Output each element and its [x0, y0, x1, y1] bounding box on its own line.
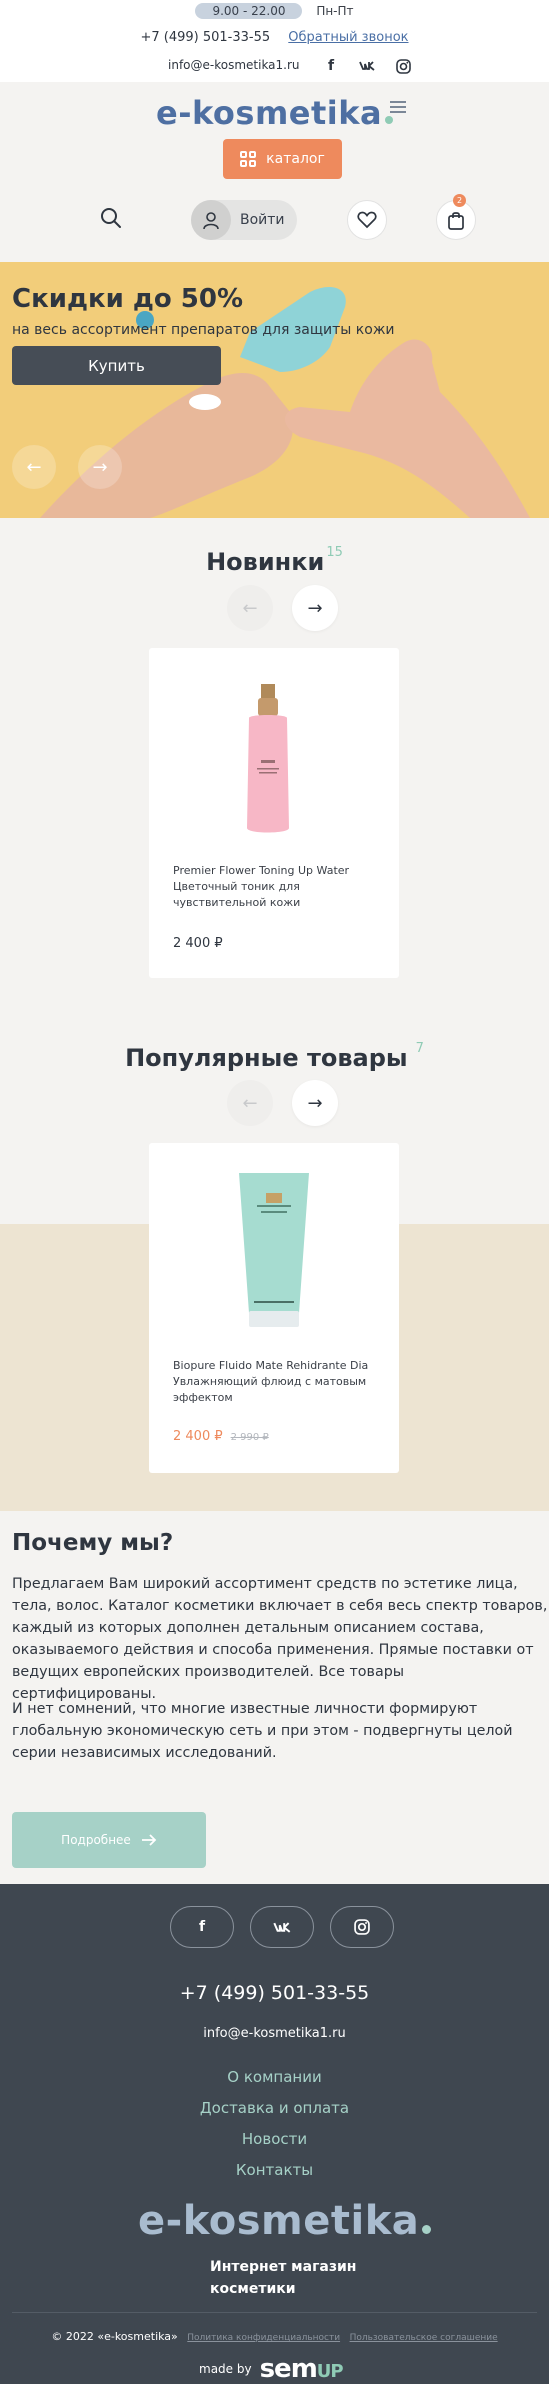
- why-us-title: Почему мы?: [12, 1530, 174, 1556]
- popular-prev-button[interactable]: ←: [227, 1080, 273, 1126]
- new-items-prev-button[interactable]: ←: [227, 585, 273, 631]
- working-hours-row: 9.00 - 22.00 Пн-Пт: [0, 3, 549, 19]
- footer-tagline-line-1: Интернет магазин: [210, 2259, 357, 2275]
- contact-row: +7 (499) 501-33-55 Обратный звонок: [0, 30, 549, 45]
- product-card[interactable]: Premier Flower Toning Up Water Цветочный…: [149, 648, 399, 978]
- arrow-right-icon: [141, 1834, 157, 1846]
- footer-link-news[interactable]: Новости: [0, 2130, 549, 2148]
- footer-vk-icon[interactable]: [250, 1906, 314, 1948]
- instagram-icon[interactable]: [394, 57, 412, 75]
- new-items-count: 15: [326, 545, 343, 560]
- hero-prev-button[interactable]: ←: [12, 445, 56, 489]
- more-button[interactable]: Подробнее: [12, 1812, 206, 1868]
- footer-tagline-line-2: косметики: [210, 2281, 296, 2297]
- footer-tagline: Интернет магазин косметики: [210, 2256, 356, 2300]
- why-us-paragraph-2: И нет сомнений, что многие известные лич…: [12, 1701, 513, 1761]
- developer-logo-up: UP: [316, 2361, 344, 2382]
- user-agreement-link[interactable]: Пользовательское соглашение: [350, 2333, 498, 2343]
- made-by: made by semUP: [199, 2354, 344, 2384]
- footer-facebook-icon[interactable]: f: [170, 1906, 234, 1948]
- product-image: [247, 684, 289, 833]
- popular-title-text: Популярные товары: [125, 1044, 408, 1072]
- footer-divider: [12, 2312, 537, 2313]
- heart-icon: [357, 211, 377, 229]
- hero-next-button[interactable]: →: [78, 445, 122, 489]
- footer-logo-dot: [422, 2225, 432, 2234]
- burger-menu-icon[interactable]: [390, 101, 406, 113]
- product-old-price: 2 990 ₽: [230, 1432, 269, 1443]
- favorites-button[interactable]: [347, 200, 387, 240]
- footer-link-delivery[interactable]: Доставка и оплата: [0, 2099, 549, 2117]
- facebook-icon[interactable]: f: [322, 57, 340, 75]
- footer-legal-row: © 2022 «e-kosmetika» Политика конфиденци…: [0, 2330, 549, 2343]
- working-days: Пн-Пт: [316, 4, 354, 18]
- hero-title: Скидки до 50%: [12, 284, 244, 314]
- footer-logo[interactable]: e-kosmetika: [138, 2198, 432, 2244]
- developer-logo[interactable]: semUP: [259, 2354, 344, 2384]
- hero-buy-button[interactable]: Купить: [12, 346, 221, 385]
- why-us-paragraph-1: Предлагаем Вам широкий ассортимент средс…: [12, 1576, 548, 1702]
- logo-text: e-kosmetika: [156, 94, 383, 132]
- product-sale-price: 2 400 ₽: [173, 1429, 223, 1444]
- user-icon: [191, 200, 231, 240]
- footer-instagram-icon[interactable]: [330, 1906, 394, 1948]
- login-button[interactable]: Войти: [191, 200, 297, 240]
- new-items-next-button[interactable]: →: [292, 585, 338, 631]
- product-card[interactable]: Biopure Fluido Mate Rehidrante Dia Увлаж…: [149, 1143, 399, 1473]
- hero-banner: Скидки до 50% на весь ассортимент препар…: [0, 262, 549, 518]
- footer-email[interactable]: info@e-kosmetika1.ru: [0, 2026, 549, 2041]
- site-header: e-kosmetika каталог Войти 2: [0, 82, 549, 262]
- popular-next-button[interactable]: →: [292, 1080, 338, 1126]
- hero-subtitle: на весь ассортимент препаратов для защит…: [12, 322, 395, 338]
- grid-icon: [240, 151, 257, 167]
- catalog-button[interactable]: каталог: [223, 139, 342, 179]
- privacy-policy-link[interactable]: Политика конфиденциальности: [187, 2333, 340, 2343]
- popular-title: Популярные товары 7: [0, 1041, 549, 1072]
- new-items-title: Новинки 15: [0, 545, 549, 576]
- footer-logo-text: e-kosmetika: [138, 2198, 420, 2244]
- developer-logo-sem: sem: [259, 2354, 318, 2384]
- copyright: © 2022 «e-kosmetika»: [51, 2330, 178, 2343]
- product-name[interactable]: Premier Flower Toning Up Water Цветочный…: [173, 863, 378, 911]
- product-image: [239, 1173, 309, 1327]
- phone-link[interactable]: +7 (499) 501-33-55: [140, 30, 270, 45]
- search-icon[interactable]: [99, 206, 123, 230]
- working-hours: 9.00 - 22.00: [195, 3, 303, 19]
- made-by-label: made by: [199, 2362, 252, 2376]
- product-price-block: 2 400 ₽ 2 990 ₽: [173, 1429, 269, 1444]
- top-bar: 9.00 - 22.00 Пн-Пт +7 (499) 501-33-55 Об…: [0, 0, 549, 82]
- product-name[interactable]: Biopure Fluido Mate Rehidrante Dia Увлаж…: [173, 1358, 378, 1406]
- new-items-title-text: Новинки: [206, 548, 325, 576]
- footer-phone[interactable]: +7 (499) 501-33-55: [0, 1982, 549, 2004]
- catalog-label: каталог: [266, 151, 325, 167]
- cart-button[interactable]: 2: [436, 194, 476, 240]
- footer-link-about[interactable]: О компании: [0, 2068, 549, 2086]
- logo-dot: [385, 116, 394, 124]
- shopping-bag-icon: [448, 212, 464, 230]
- popular-count: 7: [415, 1041, 424, 1056]
- callback-link[interactable]: Обратный звонок: [288, 30, 408, 45]
- login-label: Войти: [240, 212, 285, 228]
- vk-icon[interactable]: [358, 57, 376, 75]
- product-price: 2 400 ₽: [173, 936, 223, 951]
- email-link[interactable]: info@e-kosmetika1.ru: [168, 58, 300, 72]
- site-logo[interactable]: e-kosmetika: [156, 94, 394, 132]
- cart-count-badge: 2: [453, 194, 466, 207]
- footer-link-contacts[interactable]: Контакты: [0, 2161, 549, 2179]
- more-button-label: Подробнее: [61, 1833, 131, 1847]
- site-footer: f +7 (499) 501-33-55 info@e-kosmetika1.r…: [0, 1884, 549, 2384]
